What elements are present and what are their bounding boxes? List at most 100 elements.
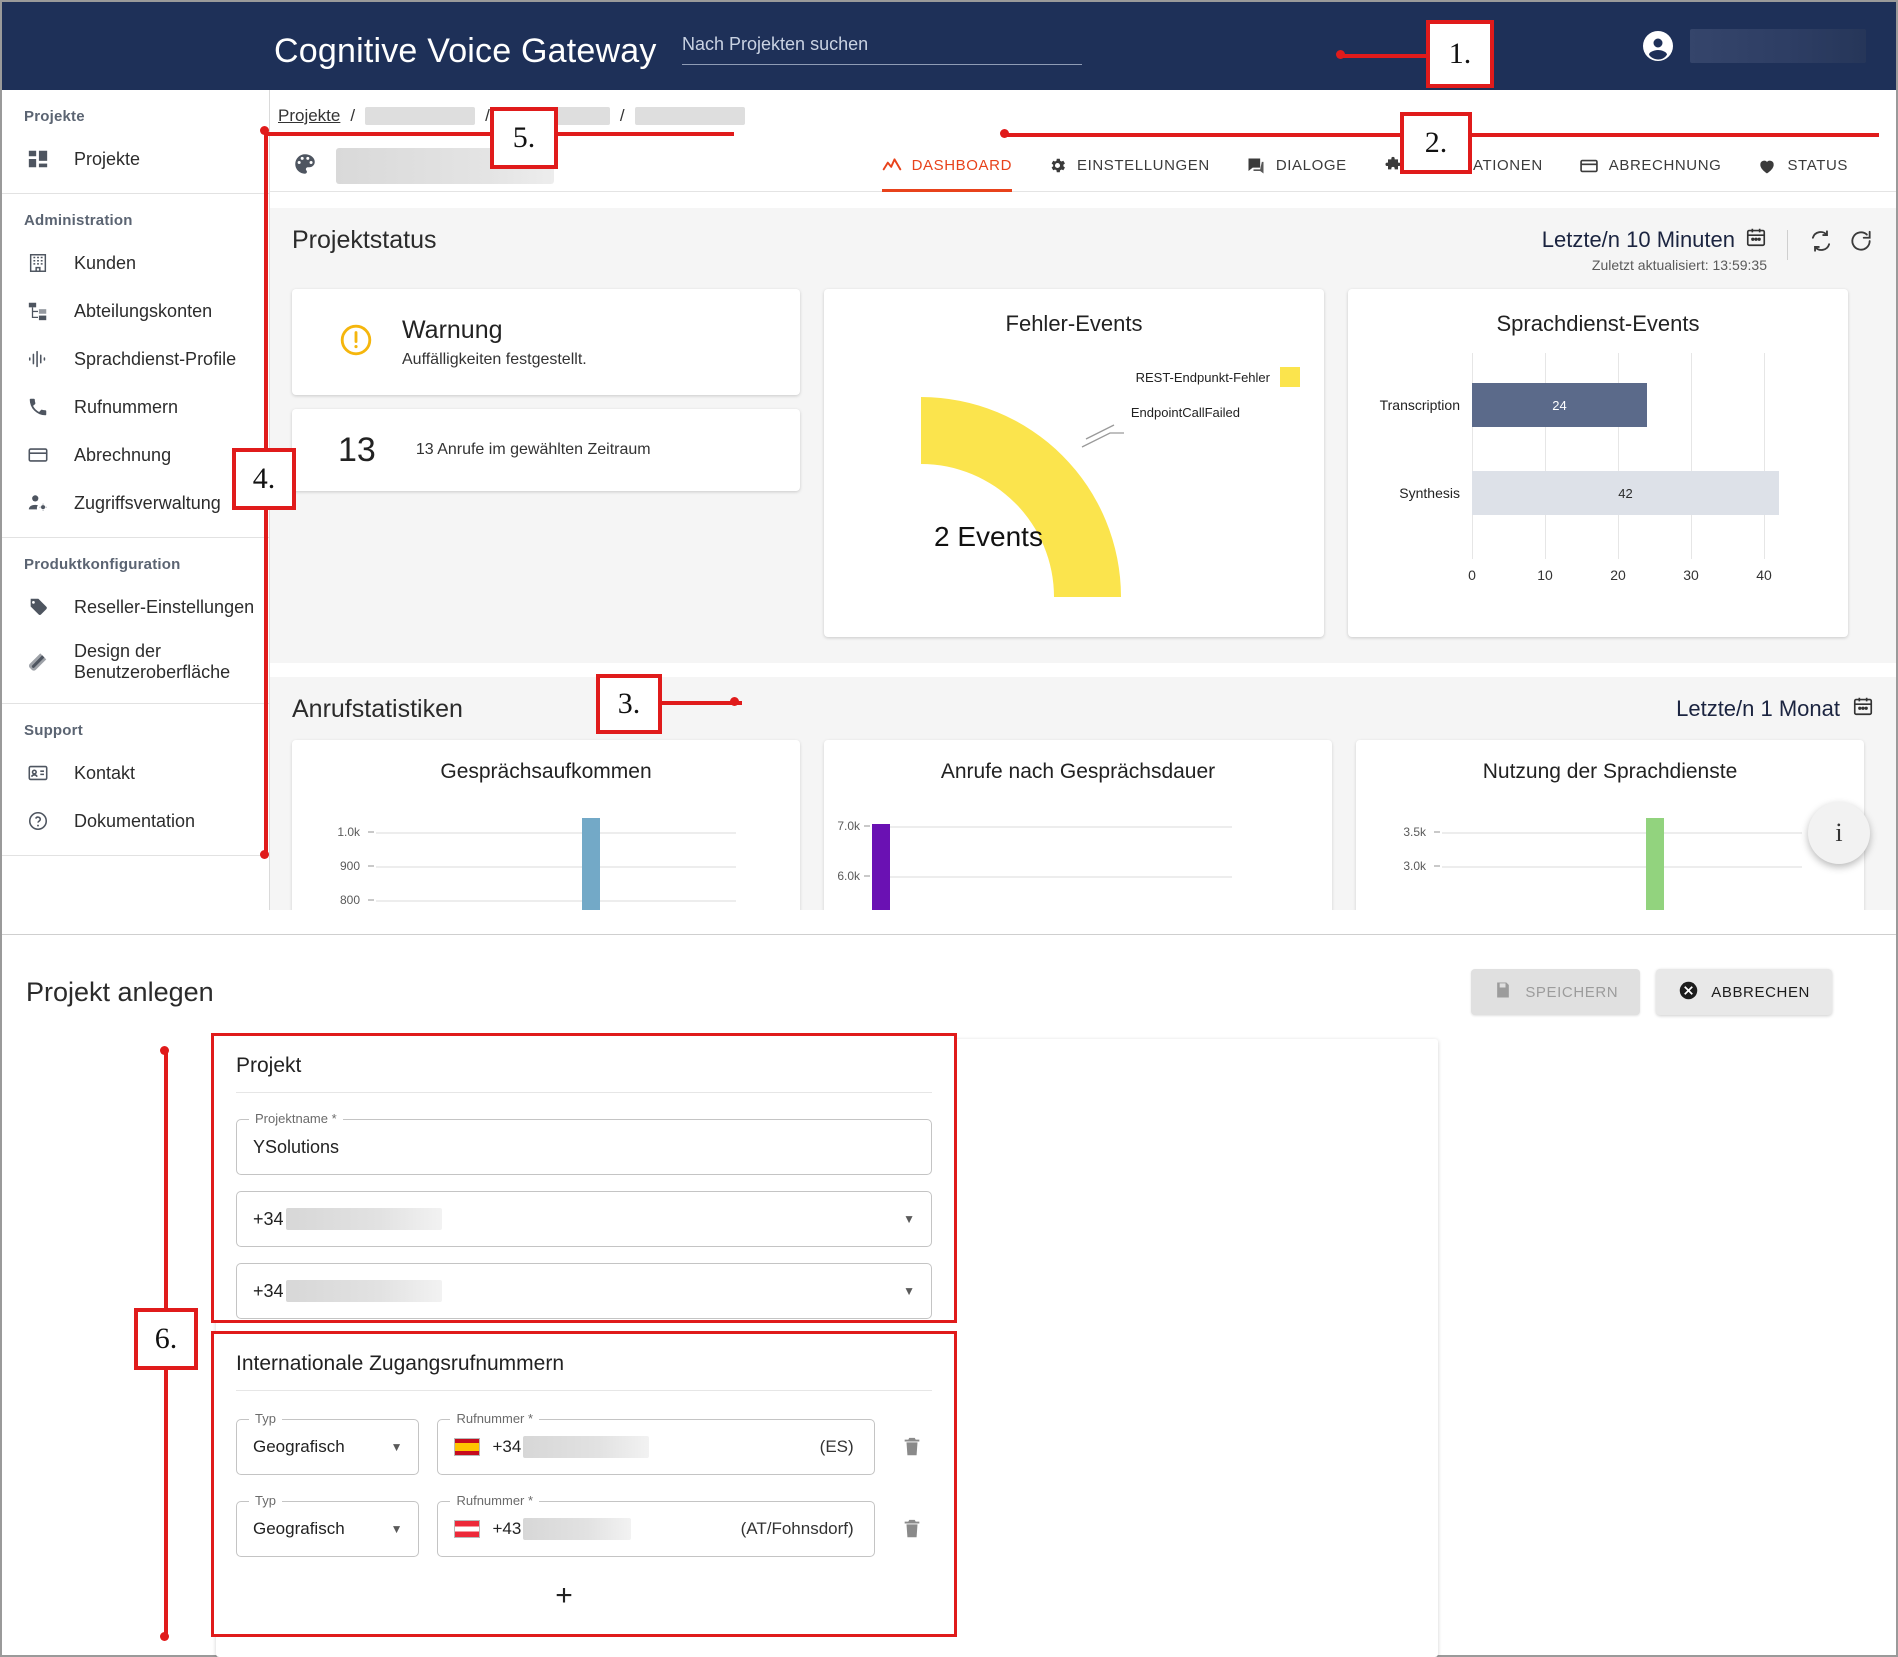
intl-number-row: Typ Geografisch ▼ Rufnummer * +43 (AT/Fo… — [214, 1475, 954, 1557]
tab-label: Status — [1787, 157, 1848, 174]
last-updated-text: Zuletzt aktualisiert: 13:59:35 — [1591, 257, 1767, 273]
cancel-circle-icon — [1678, 980, 1699, 1005]
y-tick: 3.5k — [1403, 825, 1426, 839]
sidebar-item-projekte[interactable]: Projekte — [2, 135, 269, 183]
add-number-button[interactable]: + — [214, 1557, 914, 1613]
typ-legend: Typ — [249, 1493, 282, 1508]
user-menu[interactable] — [1640, 28, 1866, 64]
search-underline — [682, 64, 1082, 65]
bar-value-label: 42 — [1618, 485, 1633, 501]
tab-label: Einstellungen — [1077, 157, 1210, 174]
top-app-bar: Cognitive Voice Gateway Nach Projekten s… — [2, 2, 1896, 90]
tab-status[interactable]: Status — [1757, 140, 1848, 192]
breadcrumb-link-projekte[interactable]: Projekte — [278, 106, 340, 126]
date-range-selector[interactable]: Letzte/n 1 Monat — [1676, 695, 1874, 723]
x-tick: 20 — [1610, 567, 1626, 583]
bar-synthesis: 42 — [1472, 471, 1779, 515]
sidebar-item-kunden[interactable]: Kunden — [2, 239, 269, 287]
cancel-button[interactable]: Abbrechen — [1656, 969, 1832, 1015]
sidebar-item-reseller-einstellungen[interactable]: Reseller-Einstellungen — [2, 583, 269, 631]
tab-label: Integrationen — [1412, 157, 1543, 174]
rufnummer-input-1[interactable]: Rufnummer * +34 (ES) — [437, 1411, 875, 1475]
auto-refresh-icon[interactable] — [1808, 226, 1834, 259]
sidebar-item-kontakt[interactable]: Kontakt — [2, 749, 269, 797]
breadcrumb-separator: / — [619, 106, 625, 125]
sidebar-item-rufnummern[interactable]: Rufnummern — [2, 383, 269, 431]
section-title: Projektstatus — [292, 226, 437, 254]
tab-integrationen[interactable]: Integrationen — [1383, 140, 1543, 192]
chart-title: Nutzung der Sprachdienste — [1482, 760, 1738, 783]
sidebar-group-label-support: Support — [24, 722, 83, 739]
rufnummer-input-2[interactable]: Rufnummer * +43 (AT/Fohnsdorf) — [437, 1493, 875, 1557]
typ-select-1[interactable]: Typ Geografisch ▼ — [236, 1411, 420, 1475]
rufnummer-legend: Rufnummer * — [450, 1411, 540, 1426]
breadcrumb-item-redacted[interactable] — [499, 107, 610, 125]
delete-number-button-1[interactable] — [893, 1435, 932, 1459]
sidebar-item-label: Kontakt — [74, 762, 136, 783]
phone-select-2[interactable]: +34 ▼ — [236, 1263, 932, 1319]
bar-category-label: Transcription — [1379, 397, 1460, 413]
delete-number-button-2[interactable] — [893, 1517, 932, 1541]
sidebar-item-label: Abrechnung — [74, 444, 172, 465]
tab-einstellungen[interactable]: Einstellungen — [1048, 140, 1210, 192]
phone-select-1[interactable]: +34 ▼ — [236, 1191, 932, 1247]
y-tick: 800 — [339, 893, 360, 907]
x-tick: 40 — [1756, 567, 1772, 583]
breadcrumb-item-redacted[interactable] — [634, 107, 745, 125]
typ-value: Geografisch — [253, 1437, 345, 1456]
bar-gespraechsaufkommen — [582, 818, 600, 910]
projektname-legend: Projektname * — [249, 1111, 343, 1126]
tab-dashboard[interactable]: Dashboard — [881, 140, 1013, 192]
rufnummer-country-suffix: (ES) — [819, 1437, 854, 1456]
bar-transcription: 24 — [1472, 383, 1647, 427]
date-range-selector[interactable]: Letzte/n 10 Minuten — [1542, 226, 1767, 254]
refresh-icon[interactable] — [1848, 226, 1874, 259]
project-name-redacted — [336, 148, 554, 184]
breadcrumb-item-redacted[interactable] — [365, 107, 476, 125]
search-placeholder: Nach Projekten suchen — [682, 34, 869, 54]
fehler-events-donut — [824, 289, 1324, 637]
date-range-label: Letzte/n 10 Minuten — [1541, 227, 1735, 252]
phone-select-prefix: +34 — [253, 1280, 284, 1301]
typ-select-2[interactable]: Typ Geografisch ▼ — [236, 1493, 420, 1557]
tab-dialoge[interactable]: Dialoge — [1246, 140, 1347, 192]
info-fab-button[interactable]: i — [1808, 802, 1870, 864]
typ-value: Geografisch — [253, 1519, 345, 1538]
search-input[interactable]: Nach Projekten suchen — [682, 34, 1082, 65]
credit-card-icon — [24, 441, 52, 469]
fehler-events-chart-card: Fehler-Events 2 Events REST-Endpunkt-Feh… — [824, 289, 1324, 637]
bar-value-label: 24 — [1552, 397, 1567, 413]
calls-description: 13 Anrufe im gewählten Zeitraum — [415, 441, 651, 458]
y-tick: 900 — [339, 859, 360, 873]
sprachdienst-events-chart-card: Sprachdienst-Events Transcription 24 Syn… — [1348, 289, 1848, 637]
dashboard-grid-icon — [24, 145, 52, 173]
page-title: Projekt anlegen — [26, 976, 214, 1007]
sidebar-item-zugriffsverwaltung[interactable]: Zugriffsverwaltung — [2, 479, 269, 527]
projektname-input[interactable]: Projektname * YSolutions — [236, 1111, 932, 1175]
rufnummer-prefix: +43 — [492, 1519, 522, 1538]
sidebar-item-abrechnung[interactable]: Abrechnung — [2, 431, 269, 479]
x-tick: 10 — [1537, 567, 1553, 583]
legend-label: REST-Endpunkt-Fehler — [1135, 369, 1270, 385]
phone-select-value-redacted — [285, 1208, 442, 1230]
projektstatus-section: Projektstatus Letzte/n 10 Minuten Zuletz… — [270, 208, 1896, 663]
y-tick: 7.0k — [837, 819, 860, 833]
internationale-zugangsrufnummern-fieldset: Internationale Zugangsrufnummern Typ Geo… — [211, 1331, 957, 1637]
toolbar-divider — [1787, 230, 1788, 260]
fieldset-title: Projekt — [236, 1054, 302, 1077]
sidebar-item-sprachdienst-profile[interactable]: Sprachdienst-Profile — [2, 335, 269, 383]
sidebar-item-label: Zugriffsverwaltung — [74, 492, 221, 513]
sidebar-group-label-produktkonfiguration: Produktkonfiguration — [24, 556, 181, 573]
sidebar-item-label: Dokumentation — [74, 810, 196, 831]
sidebar-item-abteilungskonten[interactable]: Abteilungskonten — [2, 287, 269, 335]
sidebar-item-design-der-benutzeroberflaeche[interactable]: Design der Benutzeroberfläche — [2, 631, 269, 693]
tab-abrechnung[interactable]: Abrechnung — [1579, 140, 1722, 192]
status-warning-card: Warnung Auffälligkeiten festgestellt. — [292, 289, 800, 395]
calendar-icon — [1852, 695, 1874, 723]
bar-nutzung-der-sprachdienste — [1646, 818, 1664, 910]
sidebar-item-dokumentation[interactable]: Dokumentation — [2, 797, 269, 845]
x-tick: 0 — [1468, 567, 1476, 583]
nutzung-der-sprachdienste-barchart: 3.5k 3.0k — [1356, 804, 1864, 910]
save-button[interactable]: Speichern — [1471, 969, 1641, 1015]
flag-es-icon — [454, 1438, 481, 1456]
